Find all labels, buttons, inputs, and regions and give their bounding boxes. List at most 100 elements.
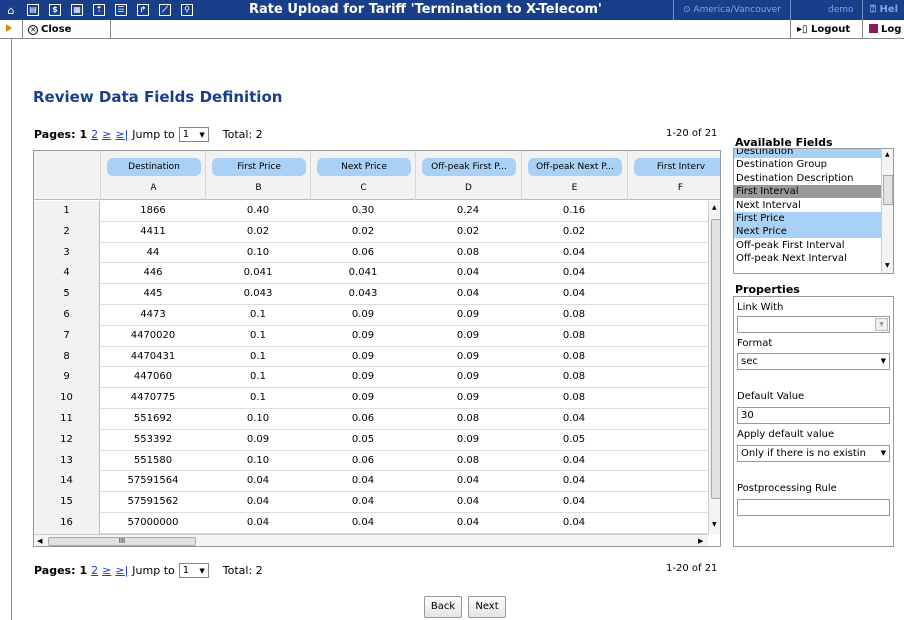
scroll-thumb[interactable]: III: [48, 537, 196, 546]
table-cell: 0.041: [243, 267, 273, 279]
pager-next-link[interactable]: ≥: [102, 564, 111, 577]
available-field-item[interactable]: First Price: [734, 212, 881, 225]
postprocessing-input[interactable]: [737, 499, 890, 516]
table-cell: 0.09: [456, 392, 480, 404]
grid-column-header[interactable]: Next Price C: [310, 151, 416, 200]
help-link[interactable]: ⍰ Hel: [870, 0, 898, 20]
grid-column-header[interactable]: Off-peak Next P... E: [521, 151, 627, 200]
timezone-link[interactable]: ⊙ America/Vancouver: [683, 0, 781, 20]
table-row[interactable]: 3 44 0.10 0.06 0.08 0.04: [34, 242, 709, 264]
link-with-select[interactable]: ▼: [737, 316, 890, 333]
available-field-item[interactable]: Off-peak First Interval: [734, 239, 881, 252]
scroll-thumb[interactable]: [711, 219, 720, 499]
divider: [673, 0, 674, 20]
grid-column-header[interactable]: First Interv F: [627, 151, 720, 200]
table-row[interactable]: 12 553392 0.09 0.05 0.09 0.05: [34, 429, 709, 451]
scroll-up-icon[interactable]: ▲: [712, 204, 717, 211]
home-icon[interactable]: ⌂: [0, 0, 22, 20]
pager-current: 1: [79, 564, 88, 577]
table-row[interactable]: 8 4470431 0.1 0.09 0.09 0.08: [34, 346, 709, 368]
next-button[interactable]: Next: [468, 596, 506, 618]
column-field-pill[interactable]: Off-peak Next P...: [528, 158, 622, 176]
scroll-up-icon[interactable]: ▲: [885, 151, 890, 158]
table-cell: 0.1: [250, 329, 266, 341]
grid-column-header[interactable]: First Price B: [205, 151, 311, 200]
tariff-icon[interactable]: ⇡: [88, 0, 110, 20]
column-field-pill[interactable]: Off-peak First P...: [422, 158, 516, 176]
table-cell: 0.04: [456, 496, 480, 508]
column-field-pill[interactable]: First Price: [212, 158, 306, 176]
pager-last-link[interactable]: ≥|: [115, 128, 128, 141]
scroll-left-icon[interactable]: ◀: [37, 537, 42, 545]
vertical-scrollbar[interactable]: ▲ ▼: [881, 149, 893, 273]
table-row[interactable]: 6 4473 0.1 0.09 0.09 0.08: [34, 305, 709, 326]
table-row[interactable]: 11 551692 0.10 0.06 0.08 0.04: [34, 409, 709, 430]
pager-label: Pages:: [34, 564, 76, 577]
table-cell: 0.24: [456, 205, 480, 216]
table-cell: 0.06: [351, 246, 375, 258]
table-row[interactable]: 5 445 0.043 0.043 0.04 0.04: [34, 284, 709, 305]
close-button[interactable]: ✕ Close: [28, 20, 71, 39]
grid-icon[interactable]: ▤: [22, 0, 44, 20]
table-cell: 0.04: [246, 496, 270, 508]
table-cell: 57591562: [127, 496, 179, 508]
row-number: 5: [34, 284, 100, 305]
table-row[interactable]: 14 57591564 0.04 0.04 0.04 0.04: [34, 471, 709, 493]
dollar-icon[interactable]: $: [44, 0, 66, 20]
logout-button[interactable]: ▸▯ Logout: [797, 20, 850, 39]
column-field-pill[interactable]: Next Price: [317, 158, 411, 176]
horizontal-scrollbar[interactable]: ◀ III ▶: [34, 534, 708, 546]
log-button[interactable]: Log: [869, 20, 901, 39]
table-row[interactable]: 1 1866 0.40 0.30 0.24 0.16: [34, 201, 709, 222]
apps-icon[interactable]: ▦: [66, 0, 88, 20]
table-row[interactable]: 10 4470775 0.1 0.09 0.09 0.08: [34, 388, 709, 409]
table-row[interactable]: 7 4470020 0.1 0.09 0.09 0.08: [34, 325, 709, 347]
format-select[interactable]: sec ▼: [737, 353, 890, 370]
grid-body: 1 1866 0.40 0.30 0.24 0.16 2 4411 0.02 0.02 0.02 0.…: [34, 201, 709, 534]
user-link[interactable]: demo: [828, 0, 854, 20]
jump-select[interactable]: 1 ▼: [178, 563, 209, 578]
table-row[interactable]: 2 4411 0.02 0.02 0.02 0.02: [34, 221, 709, 243]
table-row[interactable]: 13 551580 0.10 0.06 0.08 0.04: [34, 450, 709, 472]
list-icon[interactable]: ☰: [110, 0, 132, 20]
scroll-down-icon[interactable]: ▼: [712, 521, 717, 528]
close-icon: ✕: [28, 24, 38, 35]
pager-next-link[interactable]: ≥: [102, 128, 111, 141]
table-cell: 0.09: [246, 433, 270, 445]
available-field-item[interactable]: Next Price: [734, 225, 881, 239]
available-field-item[interactable]: First Interval: [734, 185, 881, 199]
available-field-item[interactable]: Destination Description: [734, 172, 881, 185]
pager-current: 1: [79, 128, 88, 141]
scroll-right-icon[interactable]: ▶: [698, 537, 703, 545]
available-field-item[interactable]: Destination Group: [734, 158, 881, 171]
table-cell: 0.04: [562, 246, 586, 258]
table-row[interactable]: 15 57591562 0.04 0.04 0.04 0.04: [34, 492, 709, 513]
vertical-scrollbar[interactable]: ▲ ▼: [708, 201, 720, 534]
table-row[interactable]: 16 57000000 0.04 0.04 0.04 0.04: [34, 513, 709, 534]
scroll-thumb[interactable]: [883, 175, 893, 205]
available-field-item[interactable]: Destination: [734, 149, 881, 158]
grid-column-header[interactable]: Off-peak First P... D: [415, 151, 521, 200]
available-fields-list[interactable]: Destination Destination Group Destination …: [733, 148, 894, 274]
table-row[interactable]: 9 447060 0.1 0.09 0.09 0.08: [34, 367, 709, 389]
column-field-pill[interactable]: First Interv: [634, 158, 720, 176]
jump-select[interactable]: 1 ▼: [178, 127, 209, 142]
chart-icon[interactable]: ⟋: [154, 0, 176, 20]
table-cell: 0.04: [562, 496, 586, 508]
back-button[interactable]: Back: [424, 596, 462, 618]
search-icon[interactable]: ⚲: [176, 0, 198, 20]
column-letter: F: [677, 183, 684, 193]
table-row[interactable]: 4 446 0.041 0.041 0.04 0.04: [34, 263, 709, 285]
available-field-item[interactable]: Next Interval: [734, 199, 881, 212]
scroll-down-icon[interactable]: ▼: [885, 262, 890, 269]
pager-page-link[interactable]: 2: [91, 564, 98, 577]
column-field-pill[interactable]: Destination: [107, 158, 201, 176]
pager-page-link[interactable]: 2: [91, 128, 98, 141]
table-cell: 4470775: [130, 392, 176, 404]
pager-last-link[interactable]: ≥|: [115, 564, 128, 577]
available-field-item[interactable]: Off-peak Next Interval: [734, 252, 881, 265]
default-value-input[interactable]: 30: [737, 407, 890, 424]
export-icon[interactable]: ↱: [132, 0, 154, 20]
apply-default-select[interactable]: Only if there is no existin ▼: [737, 445, 890, 462]
grid-column-header[interactable]: Destination A: [100, 151, 206, 200]
